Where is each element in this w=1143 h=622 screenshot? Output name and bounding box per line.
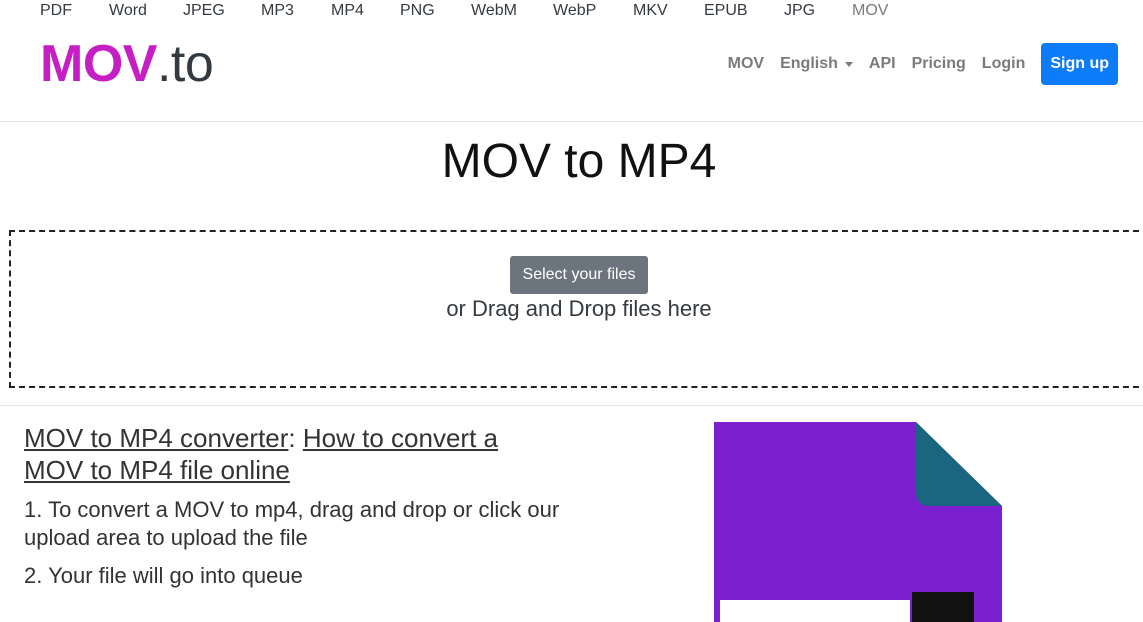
nav-pricing[interactable]: Pricing xyxy=(912,55,966,73)
format-link-mp3[interactable]: MP3 xyxy=(261,2,294,20)
format-link-mp4[interactable]: MP4 xyxy=(331,2,364,20)
site-logo[interactable]: MOV.to xyxy=(40,34,214,94)
nav-mov[interactable]: MOV xyxy=(728,55,764,73)
converter-link[interactable]: MOV to MP4 converter xyxy=(24,423,288,453)
howto-step-2: 2. Your file will go into queue xyxy=(24,563,303,588)
select-files-button[interactable]: Select your files xyxy=(510,256,648,294)
howto-heading: MOV to MP4 converter: How to convert a M… xyxy=(24,422,564,486)
section-divider xyxy=(0,405,1143,406)
drop-hint: or Drag and Drop files here xyxy=(446,296,712,321)
mov-file-icon xyxy=(714,422,1002,622)
format-link-epub[interactable]: EPUB xyxy=(704,2,748,20)
format-link-jpeg[interactable]: JPEG xyxy=(183,2,225,20)
logo-primary: MOV xyxy=(40,35,157,93)
howto-section: MOV to MP4 converter: How to convert a M… xyxy=(24,422,564,590)
heading-separator: : xyxy=(288,423,296,453)
format-link-png[interactable]: PNG xyxy=(400,2,435,20)
format-link-pdf[interactable]: PDF xyxy=(40,2,72,20)
format-bar: PDF Word JPEG MP3 MP4 PNG WebM WebP MKV … xyxy=(0,0,1143,22)
header-divider xyxy=(0,121,1143,122)
language-dropdown[interactable]: English xyxy=(780,55,853,73)
format-link-word[interactable]: Word xyxy=(109,2,147,20)
format-link-jpg[interactable]: JPG xyxy=(784,2,815,20)
signup-button[interactable]: Sign up xyxy=(1041,43,1118,85)
top-nav: MOV English API Pricing Login Sign up xyxy=(728,43,1118,85)
nav-login[interactable]: Login xyxy=(982,55,1026,73)
format-link-webm[interactable]: WebM xyxy=(471,2,517,20)
format-link-webp[interactable]: WebP xyxy=(553,2,596,20)
caret-down-icon xyxy=(844,61,853,67)
format-link-mov[interactable]: MOV xyxy=(852,2,888,20)
format-link-mkv[interactable]: MKV xyxy=(633,2,668,20)
nav-api[interactable]: API xyxy=(869,55,896,73)
page-title: MOV to MP4 xyxy=(441,135,717,188)
logo-suffix: .to xyxy=(156,35,214,93)
howto-step-1: 1. To convert a MOV to mp4, drag and dro… xyxy=(24,497,560,550)
language-label: English xyxy=(780,55,838,72)
